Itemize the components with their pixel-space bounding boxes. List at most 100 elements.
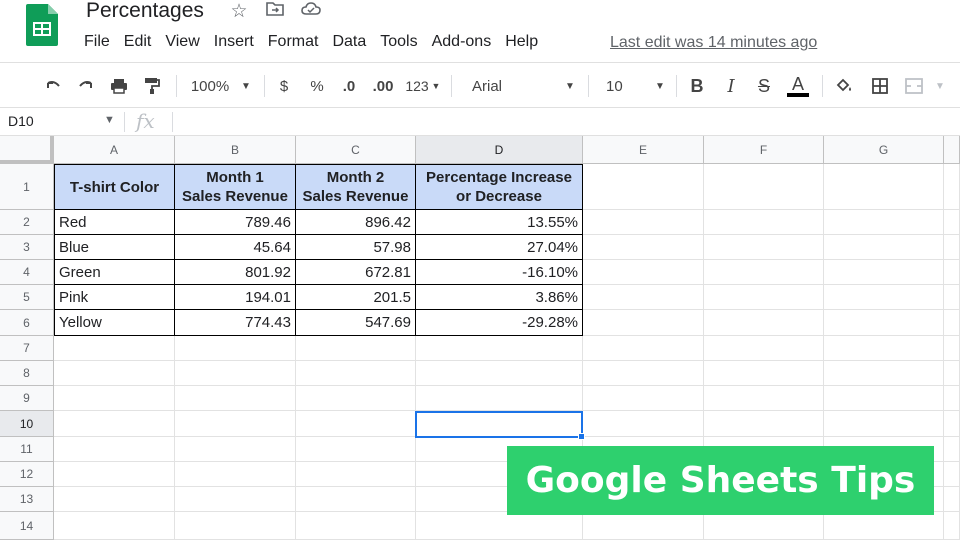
font-caret-icon[interactable]: ▼ xyxy=(562,63,578,109)
empty-cell[interactable] xyxy=(704,260,824,285)
menu-view[interactable]: View xyxy=(158,33,206,51)
menu-help[interactable]: Help xyxy=(498,33,545,51)
empty-cell[interactable] xyxy=(944,336,960,361)
currency-format-button[interactable]: $ xyxy=(274,63,294,109)
empty-cell[interactable] xyxy=(944,164,960,210)
empty-cell[interactable] xyxy=(54,411,175,437)
empty-cell[interactable] xyxy=(296,487,416,512)
empty-cell[interactable] xyxy=(175,437,296,462)
menu-data[interactable]: Data xyxy=(325,33,373,51)
empty-cell[interactable] xyxy=(583,210,704,235)
empty-cell[interactable] xyxy=(583,411,704,437)
table-cell[interactable]: 789.46 xyxy=(175,210,296,235)
row-header-6[interactable]: 6 xyxy=(0,310,54,336)
empty-cell[interactable] xyxy=(54,361,175,386)
table-cell[interactable]: 194.01 xyxy=(175,285,296,310)
increase-decimals-button[interactable]: .00 xyxy=(368,63,398,109)
table-cell[interactable]: Red xyxy=(54,210,175,235)
decrease-decimals-button[interactable]: .0 xyxy=(336,63,362,109)
menu-format[interactable]: Format xyxy=(261,33,326,51)
empty-cell[interactable] xyxy=(296,386,416,411)
table-cell[interactable]: 547.69 xyxy=(296,310,416,336)
empty-cell[interactable] xyxy=(175,487,296,512)
last-edit-link[interactable]: Last edit was 14 minutes ago xyxy=(610,34,817,52)
font-family-select[interactable]: Arial xyxy=(462,63,552,109)
empty-cell[interactable] xyxy=(416,336,583,361)
column-header-d[interactable]: D xyxy=(416,136,583,164)
empty-cell[interactable] xyxy=(944,310,960,336)
empty-cell[interactable] xyxy=(944,487,960,512)
empty-cell[interactable] xyxy=(944,210,960,235)
empty-cell[interactable] xyxy=(704,512,824,540)
font-size-caret-icon[interactable]: ▼ xyxy=(652,63,668,109)
cloud-status-icon[interactable] xyxy=(300,1,322,23)
column-header-e[interactable]: E xyxy=(583,136,704,164)
empty-cell[interactable] xyxy=(175,512,296,540)
row-header-11[interactable]: 11 xyxy=(0,437,54,462)
empty-cell[interactable] xyxy=(944,411,960,437)
empty-cell[interactable] xyxy=(583,386,704,411)
table-cell[interactable]: Pink xyxy=(54,285,175,310)
table-cell[interactable]: -16.10% xyxy=(416,260,583,285)
selected-cell-d10[interactable] xyxy=(415,411,583,438)
table-cell[interactable]: 27.04% xyxy=(416,235,583,260)
empty-cell[interactable] xyxy=(824,164,944,210)
empty-cell[interactable] xyxy=(824,285,944,310)
select-all-corner[interactable] xyxy=(0,136,54,164)
column-header-c[interactable]: C xyxy=(296,136,416,164)
menu-edit[interactable]: Edit xyxy=(117,33,159,51)
empty-cell[interactable] xyxy=(704,235,824,260)
table-cell[interactable]: -29.28% xyxy=(416,310,583,336)
empty-cell[interactable] xyxy=(944,260,960,285)
empty-cell[interactable] xyxy=(824,386,944,411)
table-cell[interactable]: 672.81 xyxy=(296,260,416,285)
empty-cell[interactable] xyxy=(824,512,944,540)
sheets-logo-icon[interactable] xyxy=(26,4,58,46)
empty-cell[interactable] xyxy=(704,210,824,235)
table-cell[interactable]: 801.92 xyxy=(175,260,296,285)
empty-cell[interactable] xyxy=(175,462,296,487)
header-cell-month1[interactable]: Month 1 Sales Revenue xyxy=(175,164,296,210)
borders-icon[interactable] xyxy=(868,63,892,109)
table-cell[interactable]: 3.86% xyxy=(416,285,583,310)
empty-cell[interactable] xyxy=(944,512,960,540)
formula-input[interactable] xyxy=(180,112,940,132)
empty-cell[interactable] xyxy=(944,235,960,260)
empty-cell[interactable] xyxy=(175,361,296,386)
more-formats-caret-icon[interactable]: ▼ xyxy=(430,63,442,109)
name-box-caret-icon[interactable]: ▼ xyxy=(104,114,115,126)
empty-cell[interactable] xyxy=(824,210,944,235)
empty-cell[interactable] xyxy=(583,512,704,540)
table-cell[interactable]: Yellow xyxy=(54,310,175,336)
empty-cell[interactable] xyxy=(54,462,175,487)
empty-cell[interactable] xyxy=(944,437,960,462)
name-box[interactable]: D10 xyxy=(8,113,34,129)
empty-cell[interactable] xyxy=(824,361,944,386)
row-header-14[interactable]: 14 xyxy=(0,512,54,540)
row-header-12[interactable]: 12 xyxy=(0,462,54,487)
empty-cell[interactable] xyxy=(583,260,704,285)
empty-cell[interactable] xyxy=(944,462,960,487)
table-cell[interactable]: Blue xyxy=(54,235,175,260)
table-cell[interactable]: 57.98 xyxy=(296,235,416,260)
bold-button[interactable]: B xyxy=(686,63,708,109)
menu-file[interactable]: File xyxy=(84,33,117,51)
row-header-5[interactable]: 5 xyxy=(0,285,54,310)
move-folder-icon[interactable] xyxy=(264,1,286,23)
empty-cell[interactable] xyxy=(54,487,175,512)
star-icon[interactable]: ☆ xyxy=(228,0,250,23)
text-color-button[interactable]: A xyxy=(786,63,810,109)
zoom-caret-icon[interactable]: ▼ xyxy=(238,63,254,109)
empty-cell[interactable] xyxy=(416,512,583,540)
table-cell[interactable]: 774.43 xyxy=(175,310,296,336)
empty-cell[interactable] xyxy=(175,386,296,411)
row-header-9[interactable]: 9 xyxy=(0,386,54,411)
empty-cell[interactable] xyxy=(704,361,824,386)
empty-cell[interactable] xyxy=(416,386,583,411)
paint-format-icon[interactable] xyxy=(139,63,165,109)
table-cell[interactable]: 45.64 xyxy=(175,235,296,260)
header-cell-tshirt-color[interactable]: T-shirt Color xyxy=(54,164,175,210)
column-header-a[interactable]: A xyxy=(54,136,175,164)
row-header-1[interactable]: 1 xyxy=(0,164,54,210)
empty-cell[interactable] xyxy=(175,411,296,437)
